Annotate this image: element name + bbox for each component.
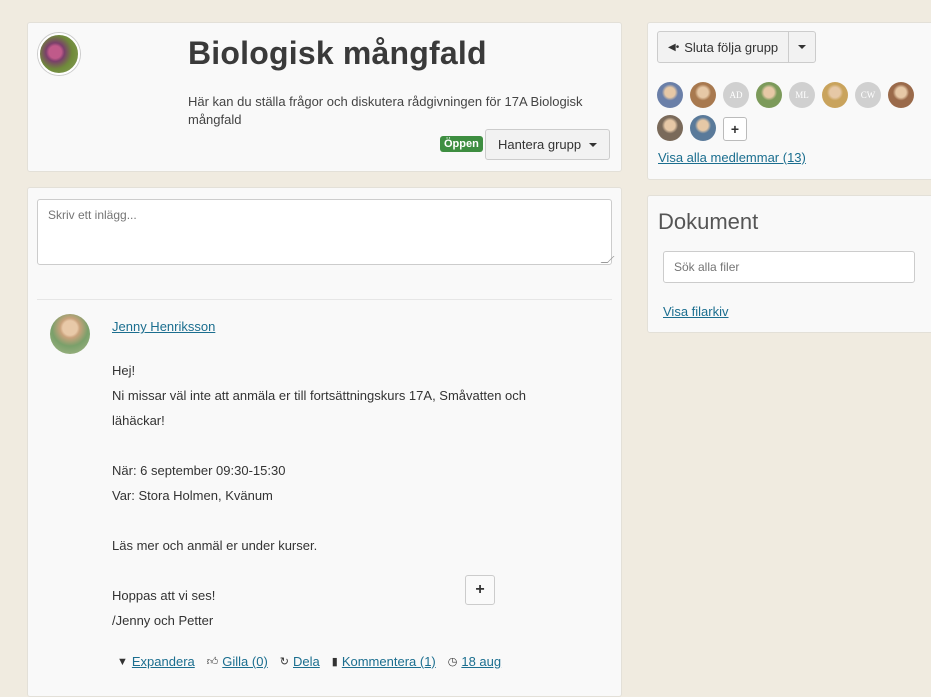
like-link[interactable]: Gilla (0): [222, 654, 268, 669]
clock-icon: ◷: [447, 656, 458, 668]
expand-action[interactable]: ▼ Expandera: [117, 654, 195, 669]
member-avatar[interactable]: [690, 82, 716, 108]
author-name-link[interactable]: Jenny Henriksson: [112, 319, 215, 334]
file-search-input[interactable]: [663, 251, 915, 283]
post-line: Hej!: [112, 363, 136, 378]
post-body: Hej! Ni missar väl inte att anmäla er ti…: [112, 358, 582, 633]
member-avatars: AD ML CW +: [657, 82, 927, 148]
post-add-button[interactable]: +: [465, 575, 495, 605]
post-line: lähäckar!: [112, 413, 165, 428]
post-actions: ▼ Expandera 👍︎ Gilla (0) ↻ Dela ▮ Kommen…: [117, 654, 501, 669]
member-avatar[interactable]: AD: [723, 82, 749, 108]
file-archive-link[interactable]: Visa filarkiv: [663, 304, 729, 319]
manage-group-button[interactable]: Hantera grupp: [485, 129, 611, 160]
divider: [37, 299, 612, 300]
post-date-link[interactable]: 18 aug: [461, 654, 501, 669]
group-description: Här kan du ställa frågor och diskutera r…: [188, 94, 583, 127]
like-action[interactable]: 👍︎ Gilla (0): [207, 654, 268, 669]
share-icon: ↻: [279, 656, 290, 668]
post-line: Ni missar väl inte att anmäla er till fo…: [112, 388, 527, 403]
member-avatar[interactable]: [822, 82, 848, 108]
comment-link[interactable]: Kommentera (1): [342, 654, 436, 669]
post-composer-input[interactable]: [37, 199, 612, 265]
post-line-blank: [112, 433, 582, 458]
group-avatar: [38, 33, 80, 75]
manage-group-label: Hantera grupp: [498, 137, 582, 152]
group-header-card: Biologisk mångfald Här kan du ställa frå…: [27, 22, 622, 172]
add-member-button[interactable]: +: [723, 117, 747, 141]
comment-action[interactable]: ▮ Kommentera (1): [332, 654, 436, 669]
volume-icon: ◀•: [668, 41, 680, 53]
member-avatar[interactable]: CW: [855, 82, 881, 108]
follow-card: ◀• Sluta följa grupp AD ML CW + Visa alla …: [647, 22, 931, 180]
status-badge: Öppen: [440, 136, 483, 152]
chevron-down-icon: [798, 45, 807, 49]
member-avatar[interactable]: [657, 82, 683, 108]
post-line: Läs mer och anmäl er under kurser.: [112, 538, 318, 553]
post-line-blank: [112, 558, 582, 583]
member-avatar[interactable]: [756, 82, 782, 108]
chevron-down-icon: ▼: [117, 655, 128, 668]
all-members-link[interactable]: Visa alla medlemmar (13): [658, 150, 806, 165]
share-action[interactable]: ↻ Dela: [280, 654, 320, 669]
member-avatar[interactable]: [690, 115, 716, 141]
chevron-down-icon: [589, 142, 598, 147]
documents-card: Dokument Visa filarkiv: [647, 195, 931, 333]
comment-icon: ▮: [331, 656, 338, 668]
date-action[interactable]: ◷ 18 aug: [448, 654, 501, 669]
follow-options-dropdown[interactable]: [789, 32, 815, 62]
member-avatar[interactable]: [657, 115, 683, 141]
expand-link[interactable]: Expandera: [132, 654, 195, 669]
post-line: Hoppas att vi ses!: [112, 588, 216, 603]
documents-title: Dokument: [658, 209, 759, 234]
post-line: När: 6 september 09:30-15:30: [112, 463, 286, 478]
feed-card: Jenny Henriksson Hej! Ni missar väl inte…: [27, 187, 622, 697]
unfollow-group-button-group: ◀• Sluta följa grupp: [657, 31, 817, 63]
member-row: +: [657, 115, 927, 141]
post-line-blank: [112, 508, 582, 533]
group-title: Biologisk mångfald: [188, 35, 487, 71]
unfollow-group-button[interactable]: ◀• Sluta följa grupp: [658, 32, 790, 62]
member-avatar[interactable]: ML: [789, 82, 815, 108]
share-link[interactable]: Dela: [293, 654, 320, 669]
unfollow-label: Sluta följa grupp: [684, 39, 779, 55]
thumbs-up-icon: 👍︎: [206, 656, 219, 668]
author-avatar[interactable]: [50, 314, 90, 354]
post-line: /Jenny och Petter: [112, 613, 214, 628]
member-avatar[interactable]: [888, 82, 914, 108]
post-line: Var: Stora Holmen, Kvänum: [112, 488, 273, 503]
member-row: AD ML CW: [657, 82, 927, 108]
